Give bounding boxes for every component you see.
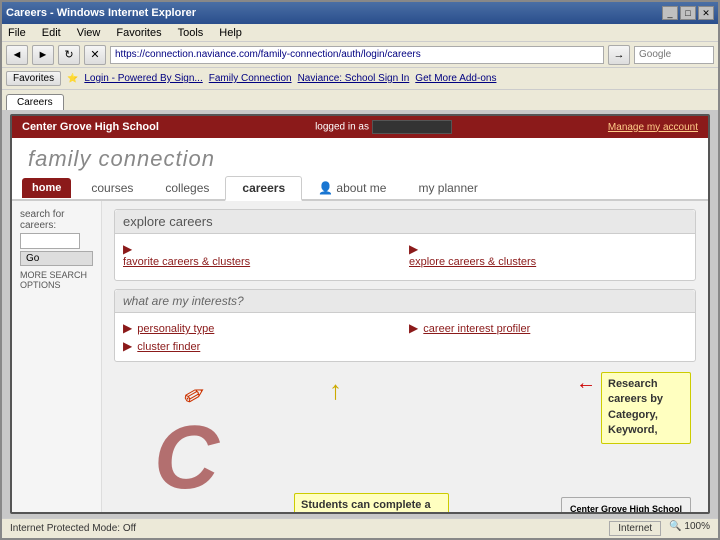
- forward-button[interactable]: ►: [32, 45, 54, 65]
- interests-col-left: ▶ personality type ▶ cluster finder: [123, 321, 401, 353]
- menu-tools[interactable]: Tools: [176, 27, 206, 39]
- interests-col-right: ▶ career interest profiler: [409, 321, 687, 353]
- username-field[interactable]: [372, 120, 452, 134]
- arrow-icon-5: ▶: [409, 321, 418, 335]
- main-content: explore careers ▶ favorite careers & clu…: [102, 201, 708, 512]
- tab-bar: Careers: [2, 90, 718, 110]
- sidebar-search-label: search for careers:: [20, 209, 93, 231]
- maximize-button[interactable]: □: [680, 6, 696, 20]
- yellow-up-arrow: ↑: [329, 375, 342, 406]
- favorites-bar: Favorites ⭐ Login - Powered By Sign... F…: [2, 68, 718, 90]
- arrow-icon-1: ▶: [123, 242, 132, 256]
- arrow-icon-4: ▶: [123, 339, 132, 353]
- fav-link-3[interactable]: Naviance: School Sign In: [298, 73, 410, 84]
- personality-type-link[interactable]: personality type: [137, 323, 214, 335]
- interests-header: what are my interests?: [115, 290, 695, 313]
- center-grove-line1: Center Grove High School: [570, 502, 682, 512]
- search-box[interactable]: [634, 46, 714, 64]
- interests-body: ▶ personality type ▶ cluster finder: [115, 313, 695, 361]
- status-right: Internet 🔍 100%: [609, 521, 710, 536]
- page-content: search for careers: Go MORE SEARCH OPTIO…: [12, 201, 708, 512]
- tab-my-planner[interactable]: my planner: [402, 177, 493, 199]
- fav-link-4[interactable]: Get More Add-ons: [415, 73, 496, 84]
- fav-link-1[interactable]: Login - Powered By Sign...: [84, 73, 202, 84]
- tab-careers[interactable]: careers: [225, 176, 302, 201]
- home-tab[interactable]: home: [22, 178, 71, 198]
- menu-view[interactable]: View: [75, 27, 103, 39]
- fav-link-2[interactable]: Family Connection: [209, 73, 292, 84]
- stop-button[interactable]: ✕: [84, 45, 106, 65]
- explore-careers-header: explore careers: [115, 210, 695, 234]
- explore-careers-body: ▶ favorite careers & clusters ▶ explore …: [115, 234, 695, 280]
- menu-bar: File Edit View Favorites Tools Help: [2, 24, 718, 42]
- fc-title: family connection: [28, 146, 692, 172]
- refresh-button[interactable]: ↻: [58, 45, 80, 65]
- back-button[interactable]: ◄: [6, 45, 28, 65]
- toolbar: ◄ ► ↻ ✕ →: [2, 42, 718, 68]
- menu-file[interactable]: File: [6, 27, 28, 39]
- nav-tabs: home courses colleges careers 👤 about me…: [12, 176, 708, 201]
- menu-edit[interactable]: Edit: [40, 27, 63, 39]
- window-title: Careers - Windows Internet Explorer: [6, 7, 196, 19]
- red-arrow-left: ←: [576, 372, 596, 395]
- status-bar: Internet Protected Mode: Off Internet 🔍 …: [2, 518, 718, 538]
- explore-careers-link[interactable]: explore careers & clusters: [409, 256, 687, 268]
- manage-account-link[interactable]: Manage my account: [608, 122, 698, 133]
- search-go-button[interactable]: Go: [20, 251, 93, 266]
- logo-area: C ✏ ↑ Research careers by Category, Keyw…: [114, 370, 696, 490]
- arrow-icon-3: ▶: [123, 321, 132, 335]
- favorites-button[interactable]: Favorites: [6, 71, 61, 86]
- content-area: Center Grove High School logged in as Ma…: [2, 110, 718, 518]
- school-header: Center Grove High School logged in as Ma…: [12, 116, 708, 138]
- school-name: Center Grove High School: [22, 121, 159, 133]
- more-search-options[interactable]: MORE SEARCH OPTIONS: [20, 270, 93, 290]
- tab-courses[interactable]: courses: [75, 177, 149, 199]
- explore-col-left: ▶ favorite careers & clusters: [123, 242, 401, 272]
- students-annotation: Students can complete a 180 question int…: [294, 493, 449, 512]
- address-bar[interactable]: [110, 46, 604, 64]
- explore-careers-section: explore careers ▶ favorite careers & clu…: [114, 209, 696, 281]
- explore-col-right: ▶ explore careers & clusters: [409, 242, 687, 272]
- left-sidebar: search for careers: Go MORE SEARCH OPTIO…: [12, 201, 102, 512]
- favorite-careers-link[interactable]: favorite careers & clusters: [123, 256, 401, 268]
- zone-info: Internet: [609, 521, 661, 536]
- menu-help[interactable]: Help: [217, 27, 244, 39]
- center-grove-info: Center Grove High School 2717 S. Morgant…: [561, 497, 691, 512]
- career-interest-profiler-link[interactable]: career interest profiler: [423, 323, 530, 335]
- browser-tab-careers[interactable]: Careers: [6, 94, 64, 110]
- browser-window: Careers - Windows Internet Explorer _ □ …: [0, 0, 720, 540]
- logged-in-text: logged in as: [315, 120, 452, 134]
- zoom-level: 🔍 100%: [669, 521, 710, 536]
- person-icon: 👤: [318, 181, 336, 195]
- arrow-icon-2: ▶: [409, 242, 418, 256]
- fc-header: family connection: [12, 138, 708, 176]
- status-text: Internet Protected Mode: Off: [10, 523, 136, 534]
- cluster-finder-link[interactable]: cluster finder: [137, 341, 200, 353]
- title-bar: Careers - Windows Internet Explorer _ □ …: [2, 2, 718, 24]
- page-container: Center Grove High School logged in as Ma…: [10, 114, 710, 514]
- family-connection-area: family connection home courses colleges …: [12, 138, 708, 512]
- research-annotation: Research careers by Category, Keyword,: [601, 372, 691, 444]
- minimize-button[interactable]: _: [662, 6, 678, 20]
- c-logo-graphic: C: [154, 407, 219, 510]
- career-search-input[interactable]: [20, 233, 80, 249]
- tab-colleges[interactable]: colleges: [149, 177, 225, 199]
- menu-favorites[interactable]: Favorites: [114, 27, 163, 39]
- go-button[interactable]: →: [608, 45, 630, 65]
- tab-about-me[interactable]: 👤 about me: [302, 177, 402, 199]
- close-button[interactable]: ✕: [698, 6, 714, 20]
- interests-section: what are my interests? ▶ personality typ…: [114, 289, 696, 362]
- window-controls: _ □ ✕: [662, 6, 714, 20]
